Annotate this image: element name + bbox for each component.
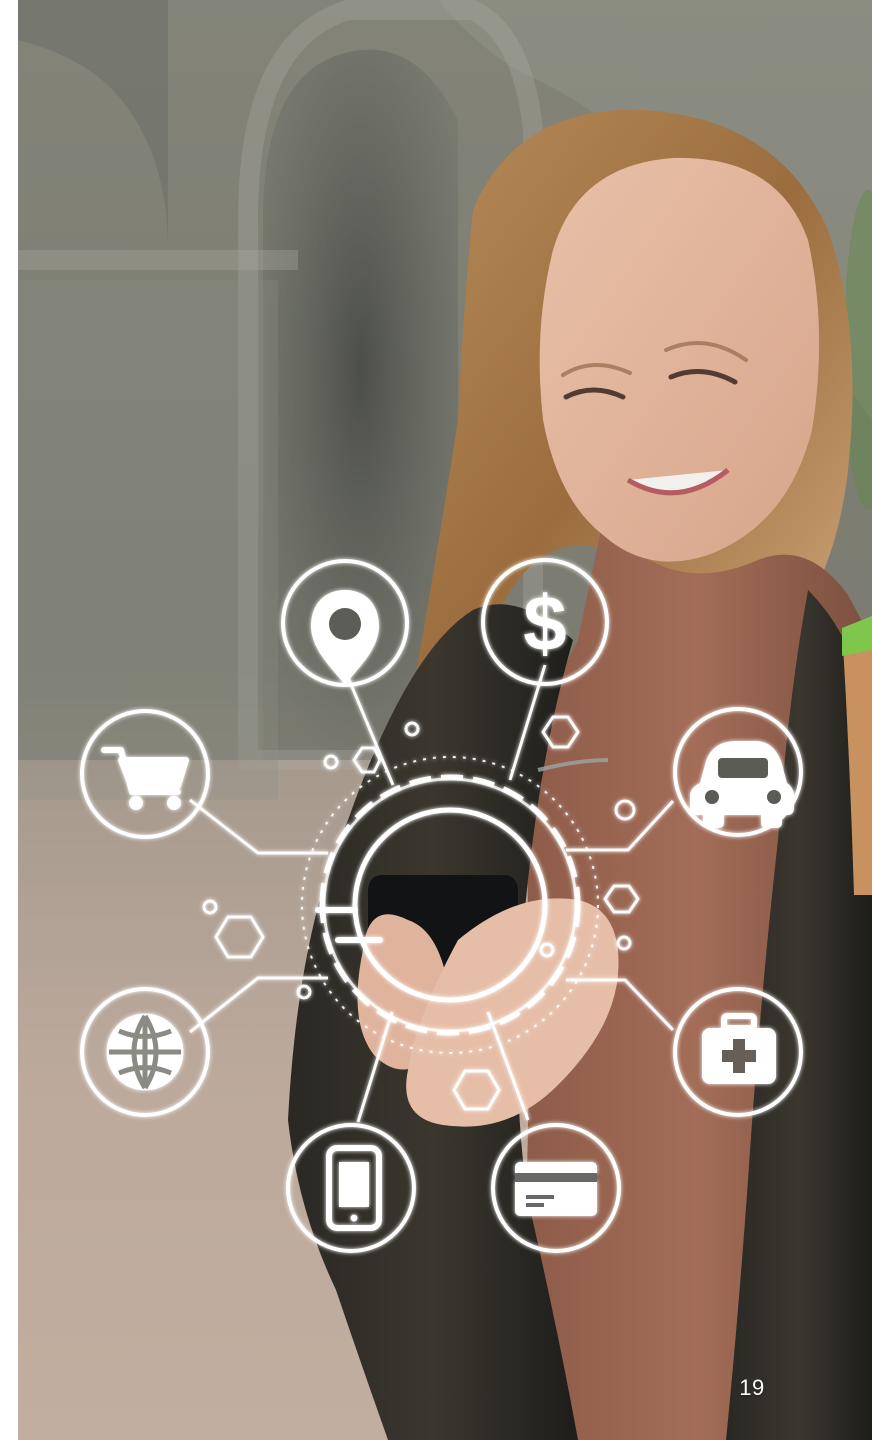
globe-icon [106, 1013, 184, 1091]
hero-illustration: $ [18, 0, 872, 1440]
page-number: 19 [739, 1375, 765, 1400]
credit-card-icon [515, 1162, 597, 1216]
stone-band [18, 250, 298, 270]
page: $ 19 [0, 0, 872, 1440]
face [539, 157, 820, 562]
dollar-icon: $ [523, 579, 566, 667]
hero-photo: $ [18, 0, 872, 1440]
stone-pillar-block [18, 280, 278, 800]
